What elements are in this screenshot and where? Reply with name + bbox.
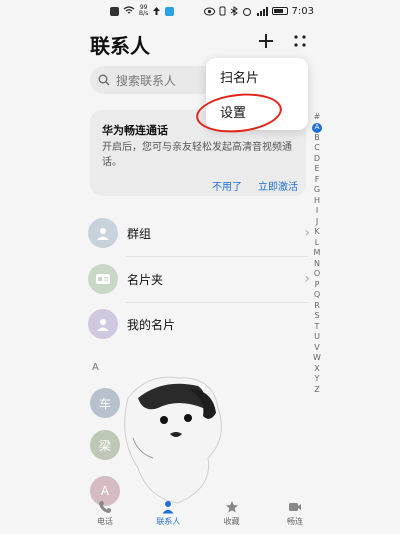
list-item-label: 名片夹 bbox=[127, 272, 164, 287]
tab-label: 联系人 bbox=[156, 517, 181, 526]
alphabet-letter[interactable]: X bbox=[314, 364, 319, 375]
signal-icon bbox=[256, 6, 268, 16]
add-contact-plus-icon[interactable] bbox=[256, 31, 276, 51]
bottom-tab-bar: 电话 联系人 收藏 畅连 bbox=[75, 500, 325, 534]
alphabet-letter[interactable]: J bbox=[316, 217, 318, 228]
alphabet-letter[interactable]: B bbox=[314, 133, 320, 144]
tab-favorites[interactable]: 收藏 bbox=[212, 500, 252, 534]
alphabet-letter[interactable]: A bbox=[312, 122, 322, 133]
more-options-icon[interactable] bbox=[292, 33, 308, 49]
alphabet-letter[interactable]: L bbox=[315, 238, 319, 249]
page-title: 联系人 bbox=[90, 34, 150, 58]
alarm-icon bbox=[242, 7, 251, 16]
status-left: 99 B/s bbox=[110, 4, 175, 17]
section-header-letter: A bbox=[92, 362, 99, 373]
alphabet-letter[interactable]: K bbox=[314, 227, 319, 238]
alphabet-letter[interactable]: M bbox=[314, 248, 321, 259]
alphabet-letter[interactable]: N bbox=[314, 259, 320, 270]
promo-description: 开启后，您可与亲友轻松发起高清音视频通话。 bbox=[102, 142, 292, 168]
activate-button[interactable]: 立即激活 bbox=[258, 178, 298, 193]
alphabet-letter[interactable]: R bbox=[314, 301, 320, 312]
list-item-my-card[interactable]: 我的名片 bbox=[88, 302, 310, 346]
video-icon bbox=[288, 503, 301, 511]
dog-photo-overlay bbox=[124, 376, 222, 504]
search-placeholder: 搜索联系人 bbox=[116, 73, 177, 88]
chevron-right-icon: › bbox=[304, 271, 310, 287]
alphabet-letter[interactable]: Q bbox=[314, 290, 320, 301]
contacts-screen: 99 B/s 7:03 联系人 搜索联系人 华为畅连通话 开启后，您可与亲友轻松… bbox=[0, 0, 400, 534]
search-icon bbox=[98, 74, 110, 86]
list-item-label: 我的名片 bbox=[127, 317, 176, 332]
alphabet-index[interactable]: # A B C D E F G H I J K L M N O P Q R S T U V W X Y Z bbox=[311, 112, 323, 395]
contact-initial: 车 bbox=[98, 396, 111, 411]
alphabet-letter[interactable]: I bbox=[316, 206, 318, 217]
promo-title: 华为畅连通话 bbox=[102, 124, 168, 137]
dismiss-button[interactable]: 不用了 bbox=[212, 178, 242, 193]
alphabet-letter[interactable]: U bbox=[314, 332, 320, 343]
alphabet-letter[interactable]: G bbox=[314, 185, 320, 196]
card-holder-icon bbox=[88, 264, 118, 294]
contact-initial: 梁 bbox=[98, 438, 111, 453]
tab-label: 畅连 bbox=[286, 517, 303, 526]
status-time: 7:03 bbox=[291, 5, 314, 17]
alphabet-letter[interactable]: S bbox=[314, 311, 319, 322]
alphabet-letter[interactable]: W bbox=[313, 353, 321, 364]
tab-phone[interactable]: 电话 bbox=[85, 500, 125, 534]
alphabet-letter[interactable]: Y bbox=[315, 374, 320, 385]
sim-icon bbox=[110, 6, 119, 16]
eye-icon bbox=[203, 7, 215, 15]
alphabet-letter[interactable]: C bbox=[314, 143, 320, 154]
list-item-groups[interactable]: 群组 › bbox=[88, 211, 310, 255]
alphabet-letter[interactable]: E bbox=[314, 164, 319, 175]
alphabet-letter[interactable]: T bbox=[315, 322, 320, 333]
contact-initial: A bbox=[100, 484, 110, 498]
menu-item-scan-card[interactable]: 扫名片 bbox=[220, 67, 259, 86]
contact-avatar[interactable]: 车 bbox=[90, 388, 120, 418]
tab-contacts[interactable]: 联系人 bbox=[148, 500, 188, 534]
star-icon bbox=[225, 501, 238, 513]
tab-label: 收藏 bbox=[223, 517, 240, 526]
upload-icon bbox=[153, 7, 161, 15]
chevron-right-icon: › bbox=[304, 225, 310, 241]
list-item-label: 群组 bbox=[127, 226, 152, 241]
status-bar: 99 B/s 7:03 bbox=[0, 0, 400, 22]
battery-icon bbox=[271, 7, 288, 15]
alphabet-letter[interactable]: O bbox=[314, 269, 320, 280]
search-input[interactable]: 搜索联系人 bbox=[90, 66, 220, 94]
person-icon bbox=[162, 501, 174, 514]
status-right: 7:03 bbox=[203, 5, 314, 17]
bluetooth-icon bbox=[230, 6, 238, 16]
my-card-avatar-icon bbox=[88, 309, 118, 339]
alphabet-letter[interactable]: P bbox=[315, 280, 320, 291]
contact-avatar[interactable]: 梁 bbox=[90, 430, 120, 460]
alphabet-letter[interactable]: D bbox=[314, 154, 320, 165]
group-avatar-icon bbox=[88, 218, 118, 248]
alphabet-letter[interactable]: # bbox=[314, 112, 321, 123]
tab-label: 电话 bbox=[97, 517, 113, 526]
alphabet-letter[interactable]: Z bbox=[314, 385, 319, 396]
app-notification-icon bbox=[165, 6, 175, 16]
tab-changlian[interactable]: 畅连 bbox=[275, 500, 315, 534]
alphabet-letter[interactable]: V bbox=[314, 343, 319, 354]
phone-icon bbox=[99, 501, 111, 513]
wifi-icon bbox=[123, 6, 135, 14]
alphabet-letter[interactable]: F bbox=[315, 175, 320, 186]
alphabet-letter[interactable]: H bbox=[314, 196, 320, 207]
list-item-card-holder[interactable]: 名片夹 › bbox=[88, 257, 310, 301]
network-speed: 99 B/s bbox=[139, 4, 149, 17]
vibrate-icon bbox=[219, 6, 226, 16]
